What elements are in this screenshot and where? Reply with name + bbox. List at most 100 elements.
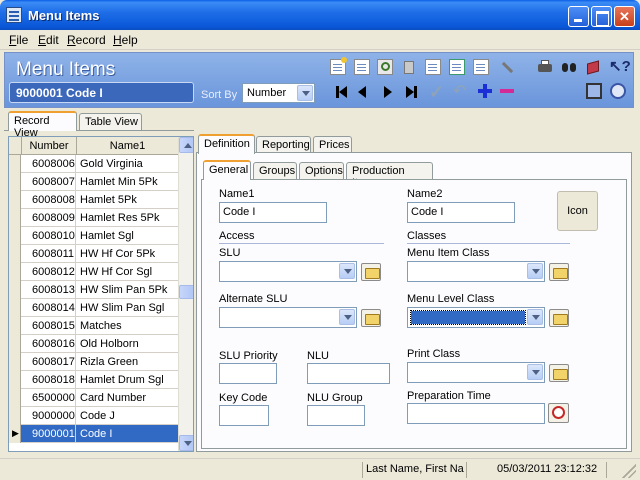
monitor-icon[interactable] xyxy=(586,83,602,99)
table-row-selected[interactable]: ▶ 9000001 Code I xyxy=(9,425,179,443)
table-row[interactable]: 6008014 HW Slim Pan Sgl xyxy=(9,299,179,317)
paste-icon[interactable] xyxy=(449,59,465,75)
menu-level-class-select[interactable] xyxy=(407,307,545,328)
column-header-number[interactable]: Number xyxy=(22,137,77,155)
sync-icon[interactable] xyxy=(610,83,626,99)
table-row[interactable]: 6008011 HW Hf Cor 5Pk xyxy=(9,245,179,263)
slu-priority-field[interactable] xyxy=(219,363,277,384)
row-selector[interactable] xyxy=(9,299,21,317)
row-selector[interactable] xyxy=(9,227,21,245)
chevron-down-icon[interactable] xyxy=(527,309,543,325)
nlu-group-field[interactable] xyxy=(307,405,365,426)
grid-scrollbar[interactable] xyxy=(178,137,193,451)
row-selector[interactable] xyxy=(9,173,21,191)
sort-by-select[interactable]: Number xyxy=(242,83,315,103)
menu-item-class-select[interactable] xyxy=(407,261,545,282)
chevron-down-icon[interactable] xyxy=(527,364,543,380)
tab-general[interactable]: General xyxy=(203,160,251,180)
row-selector[interactable] xyxy=(9,263,21,281)
table-row[interactable]: 6008015 Matches xyxy=(9,317,179,335)
table-row[interactable]: 6008016 Old Holborn xyxy=(9,335,179,353)
last-icon[interactable] xyxy=(406,86,414,98)
row-selector[interactable] xyxy=(9,353,21,371)
table-row[interactable]: 6008012 HW Hf Cor Sgl xyxy=(9,263,179,281)
row-selector[interactable] xyxy=(9,245,21,263)
nlu-field[interactable] xyxy=(307,363,390,384)
clock-icon[interactable] xyxy=(548,403,569,423)
record-grid[interactable]: Number Name1 6008006 Gold Virginia 600800… xyxy=(8,136,194,452)
table-row[interactable]: 6500000 Card Number xyxy=(9,389,179,407)
tab-reporting[interactable]: Reporting xyxy=(256,136,311,153)
scroll-thumb[interactable] xyxy=(179,285,193,299)
row-selector[interactable] xyxy=(9,371,21,389)
table-row[interactable]: 6008010 Hamlet Sgl xyxy=(9,227,179,245)
menu-level-class-folder-icon[interactable] xyxy=(549,309,569,327)
table-row[interactable]: 9000000 Code J xyxy=(9,407,179,425)
alternate-slu-select[interactable] xyxy=(219,307,357,328)
icon-button[interactable]: Icon xyxy=(557,191,598,231)
table-row[interactable]: 6008013 HW Slim Pan 5Pk xyxy=(9,281,179,299)
row-selector[interactable] xyxy=(9,389,21,407)
lookup-icon[interactable] xyxy=(377,59,393,75)
chevron-down-icon[interactable] xyxy=(339,309,355,325)
tab-prices[interactable]: Prices xyxy=(313,136,352,153)
slu-select[interactable] xyxy=(219,261,357,282)
print-class-folder-icon[interactable] xyxy=(549,364,569,382)
chevron-down-icon[interactable] xyxy=(339,263,355,279)
tab-definition[interactable]: Definition xyxy=(198,134,255,154)
copy-icon[interactable] xyxy=(354,59,370,75)
add-icon[interactable] xyxy=(478,84,492,98)
slu-folder-icon[interactable] xyxy=(361,263,381,281)
menu-help[interactable]: Help xyxy=(113,33,138,47)
first-icon[interactable] xyxy=(339,86,347,98)
table-row[interactable]: 6008018 Hamlet Drum Sgl xyxy=(9,371,179,389)
menu-file[interactable]: File xyxy=(9,33,28,47)
new-icon[interactable] xyxy=(330,57,347,75)
print-icon[interactable] xyxy=(537,59,553,75)
tab-groups[interactable]: Groups xyxy=(253,162,297,180)
table-row[interactable]: 6008007 Hamlet Min 5Pk xyxy=(9,173,179,191)
menu-record[interactable]: Record xyxy=(67,33,106,47)
row-selector[interactable] xyxy=(9,335,21,353)
row-selector[interactable] xyxy=(9,317,21,335)
table-row[interactable]: 6008008 Hamlet 5Pk xyxy=(9,191,179,209)
table-row[interactable]: 6008009 Hamlet Res 5Pk xyxy=(9,209,179,227)
name2-field[interactable]: Code I xyxy=(407,202,515,223)
scroll-up-button[interactable] xyxy=(179,137,193,153)
save-check-icon[interactable]: ✓ xyxy=(429,83,445,101)
tab-options[interactable]: Options xyxy=(299,162,344,180)
prev-icon[interactable] xyxy=(358,86,366,98)
delete-icon[interactable] xyxy=(401,59,417,75)
table-row[interactable]: 6008017 Rizla Green xyxy=(9,353,179,371)
tab-record-view[interactable]: Record View xyxy=(8,111,77,139)
key-code-field[interactable] xyxy=(219,405,269,426)
chevron-down-icon[interactable] xyxy=(297,85,313,101)
alternate-slu-folder-icon[interactable] xyxy=(361,309,381,327)
wand-icon[interactable] xyxy=(499,59,515,75)
notes-icon[interactable] xyxy=(425,59,441,75)
row-selector[interactable] xyxy=(9,191,21,209)
preparation-time-field[interactable] xyxy=(407,403,545,424)
tab-production-items[interactable]: Production Items xyxy=(346,162,433,189)
next-icon[interactable] xyxy=(384,86,392,98)
chevron-down-icon[interactable] xyxy=(527,263,543,279)
clone-icon[interactable] xyxy=(473,59,489,75)
remove-icon[interactable] xyxy=(500,89,514,93)
current-row-indicator-icon[interactable]: ▶ xyxy=(9,425,21,443)
find-icon[interactable] xyxy=(561,59,577,75)
row-selector[interactable] xyxy=(9,209,21,227)
menu-item-class-folder-icon[interactable] xyxy=(549,263,569,281)
row-selector[interactable] xyxy=(9,407,21,425)
maximize-button[interactable] xyxy=(591,6,612,27)
resize-grip-icon[interactable] xyxy=(622,464,636,478)
print-class-select[interactable] xyxy=(407,362,545,383)
row-selector[interactable] xyxy=(9,155,21,173)
row-selector[interactable] xyxy=(9,281,21,299)
tab-table-view[interactable]: Table View xyxy=(79,113,142,131)
help-pointer-icon[interactable]: ↖? xyxy=(609,59,631,75)
column-header-name1[interactable]: Name1 xyxy=(77,137,179,155)
minimize-button[interactable] xyxy=(568,6,589,27)
scroll-down-button[interactable] xyxy=(179,435,193,451)
table-row[interactable]: 6008006 Gold Virginia xyxy=(9,155,179,173)
undo-icon[interactable]: ↶ xyxy=(453,84,469,100)
